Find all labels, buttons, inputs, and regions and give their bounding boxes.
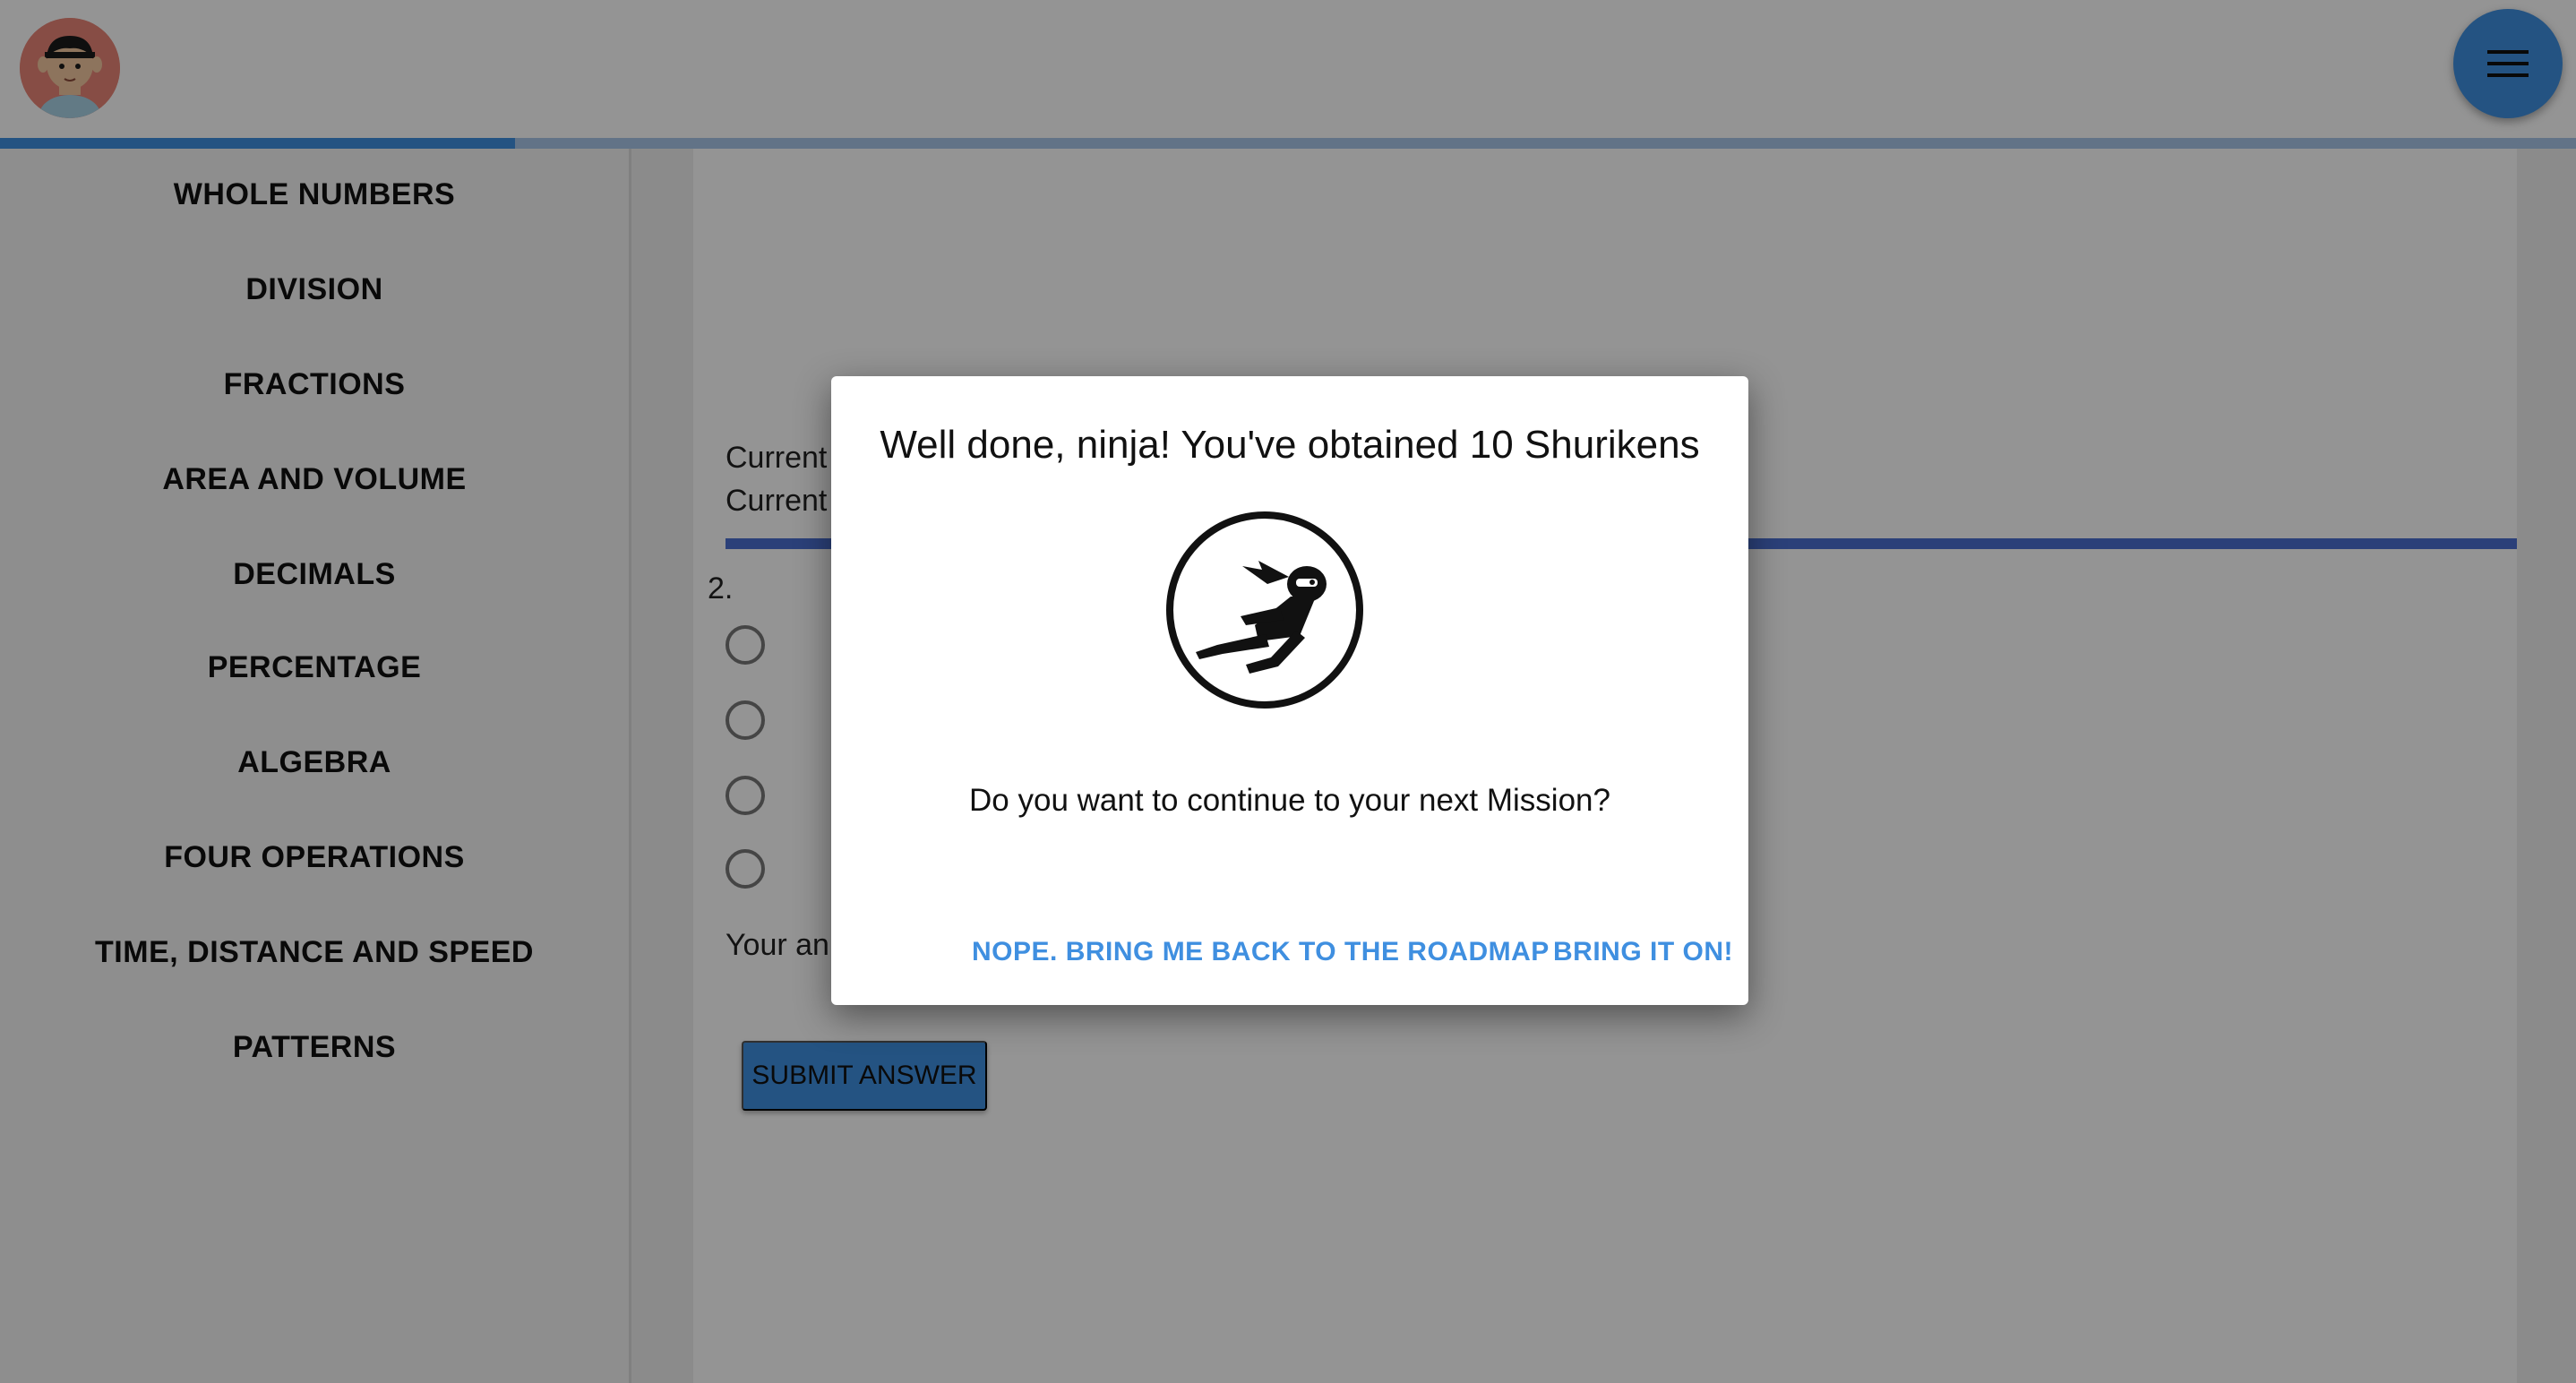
- dialog-title: Well done, ninja! You've obtained 10 Shu…: [880, 423, 1700, 467]
- back-to-roadmap-button[interactable]: NOPE. BRING ME BACK TO THE ROADMAP: [972, 937, 1550, 967]
- mission-complete-dialog: Well done, ninja! You've obtained 10 Shu…: [831, 376, 1748, 1005]
- ninja-running-icon: [1166, 511, 1363, 709]
- bring-it-on-button[interactable]: BRING IT ON!: [1553, 937, 1733, 967]
- app-root: WHOLE NUMBERS DIVISION FRACTIONS AREA AN…: [0, 0, 2576, 1383]
- dialog-message: Do you want to continue to your next Mis…: [969, 783, 1610, 818]
